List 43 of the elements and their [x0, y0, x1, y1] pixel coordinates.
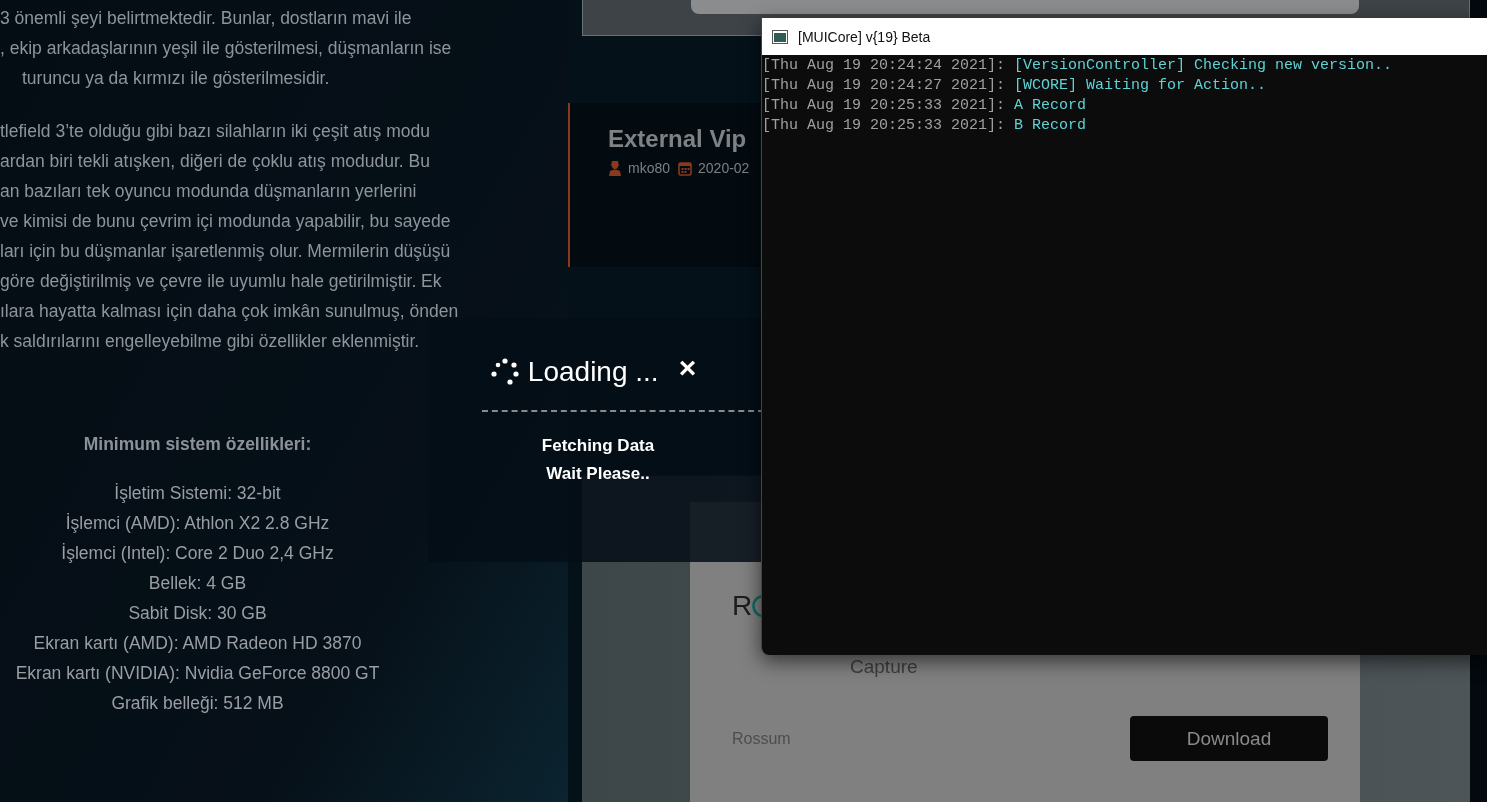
article-text-line: ları için bu düşmanlar işaretlenmiş olur. Mermilerin düşüşü [0, 240, 452, 263]
article-text-line: k saldırılarını engelleyebilme gibi özellikler eklenmiştir. [0, 330, 421, 353]
requirement-line: Ekran kartı (NVIDIA): Nvidia GeForce 8800 GT [14, 662, 381, 685]
article-text-line: 3 önemli şeyi belirtmektedir. Bunlar, dostların mavi ile [0, 7, 413, 30]
app-caption: Capture [850, 656, 919, 678]
user-icon [608, 160, 622, 177]
window-title: [MUICore] v{19} Beta [798, 28, 931, 45]
loading-message: Wait Please.. [546, 463, 650, 485]
log-timestamp: [Thu Aug 19 20:25:33 2021]: [762, 117, 1006, 134]
article-text-line: göre değiştirilmiş ve çevre ile uyumlu hale getirilmiştir. Ek [0, 270, 443, 293]
requirement-line: İşletim Sistemi: 32-bit [113, 482, 282, 505]
article-text-line: an bazıları tek oyuncu modunda düşmanların yerlerini [0, 180, 418, 203]
requirements-heading: Minimum sistem özellikleri: [82, 433, 313, 456]
article-text-line: , ekip arkadaşlarının yeşil ile gösterilmesi, düşmanların ise [0, 37, 453, 60]
post-date: 2020-02 [698, 160, 750, 177]
log-timestamp: [Thu Aug 19 20:25:33 2021]: [762, 97, 1006, 114]
log-timestamp: [Thu Aug 19 20:24:27 2021]: [762, 77, 1006, 94]
spinner-icon [489, 358, 520, 386]
download-button[interactable]: Download [1130, 716, 1328, 761]
loading-message: Fetching Data [541, 435, 655, 457]
article-text-line: turuncu ya da kırmızı ile gösterilmesidir. [21, 67, 331, 90]
calendar-icon [678, 160, 693, 176]
log-message: A Record [1014, 97, 1087, 114]
log-message: [WCORE] Waiting for Action.. [1014, 77, 1267, 94]
requirement-line: Sabit Disk: 30 GB [127, 602, 268, 625]
article-text-line: ılara hayatta kalması için daha çok imkân sunulmuş, önden [0, 300, 460, 323]
requirement-line: İşlemci (AMD): Athlon X2 2.8 GHz [64, 512, 331, 535]
requirement-line: İşlemci (Intel): Core 2 Duo 2,4 GHz [60, 542, 335, 565]
loading-title: Loading ... [527, 356, 659, 388]
requirement-line: Grafik belleği: 512 MB [110, 692, 285, 715]
requirement-line: Bellek: 4 GB [147, 572, 248, 595]
close-button[interactable]: × [678, 354, 697, 382]
article-text-line: ardan biri tekli atışken, diğeri de çoklu atış modudur. Bu [0, 150, 431, 173]
log-message: [VersionController] Checking new version.. [1014, 57, 1393, 74]
logo-letter: R [732, 592, 753, 620]
article-text-line: ve kimisi de bunu çevrim içi modunda yapabilir, bu sayede [0, 210, 452, 233]
post-title[interactable]: External Vip [608, 125, 747, 154]
log-message: B Record [1014, 117, 1087, 134]
requirement-line: Ekran kartı (AMD): AMD Radeon HD 3870 [32, 632, 363, 655]
log-timestamp: [Thu Aug 19 20:24:24 2021]: [762, 57, 1006, 74]
article-text-line: tlefield 3’te olduğu gibi bazı silahların iki çeşit atış modu [0, 120, 431, 143]
post-author[interactable]: mko80 [628, 160, 671, 177]
console-app-icon [772, 29, 788, 44]
